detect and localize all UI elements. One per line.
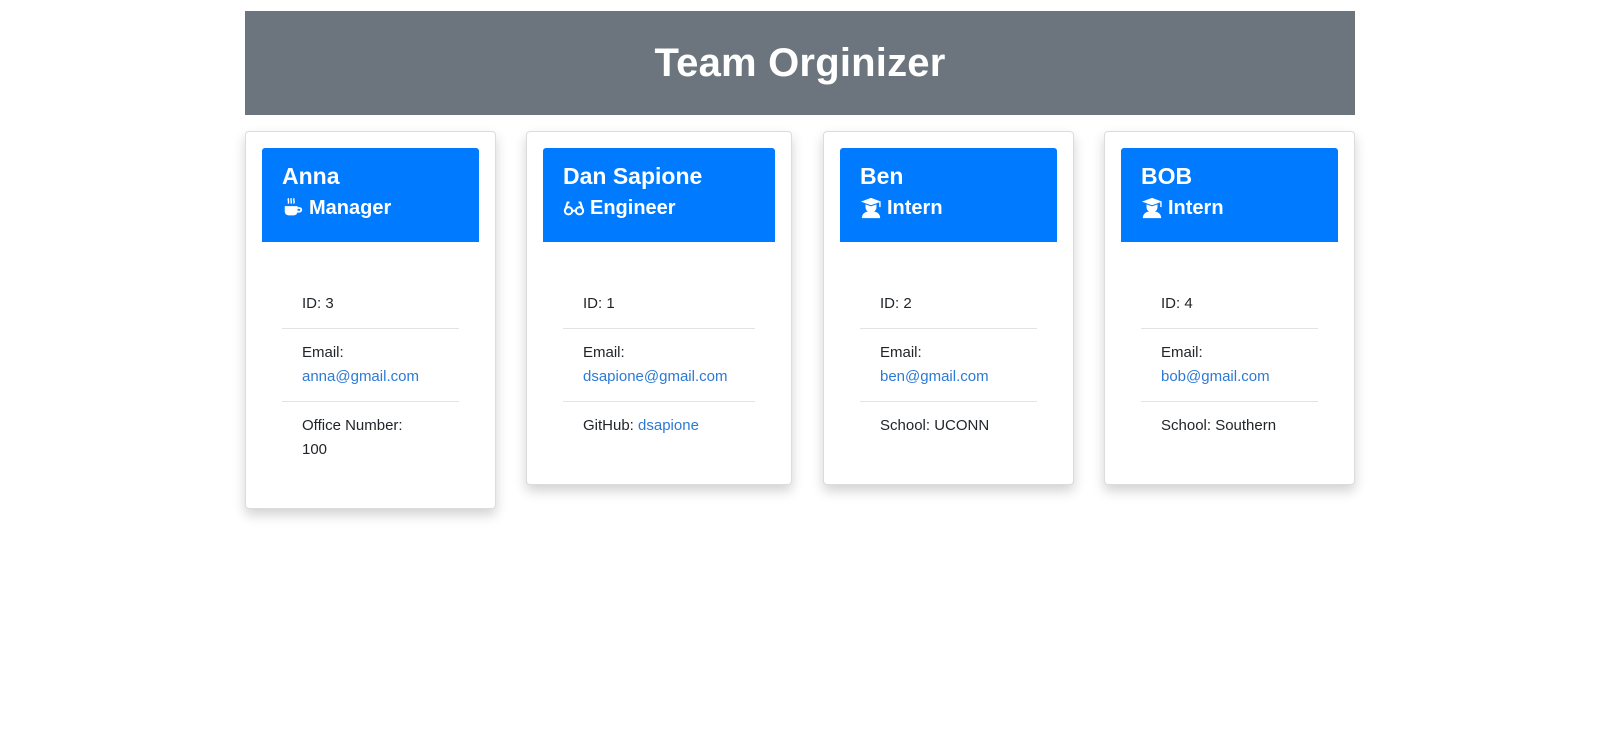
email-link[interactable]: bob@gmail.com — [1161, 368, 1270, 385]
github-label: GitHub: — [583, 417, 634, 434]
role-label: Intern — [1168, 197, 1224, 219]
office-label: Office Number: — [302, 417, 403, 434]
details-list: ID: 2 Email: ben@gmail.com School: UCONN — [860, 280, 1037, 450]
card-header: Dan Sapione Engineer — [543, 148, 775, 242]
email-label: Email: — [302, 344, 344, 361]
school-item: School: Southern — [1161, 417, 1277, 434]
employee-role: Engineer — [563, 196, 755, 220]
role-label: Engineer — [590, 197, 676, 219]
email-link[interactable]: ben@gmail.com — [880, 368, 989, 385]
role-label: Intern — [887, 197, 943, 219]
mug-icon — [282, 197, 304, 219]
employee-role: Intern — [860, 196, 1037, 220]
email-link[interactable]: dsapione@gmail.com — [583, 368, 727, 385]
employee-card-intern: BOB Intern ID: 4 Email: bob@gmail.com Sc… — [1104, 131, 1355, 485]
office-item: Office Number: 100 — [282, 402, 459, 474]
card-header: BOB Intern — [1121, 148, 1338, 242]
email-label: Email: — [1161, 344, 1203, 361]
page-title: Team Orginizer — [654, 40, 946, 85]
github-item: GitHub: dsapione — [563, 402, 755, 450]
role-label: Manager — [309, 197, 392, 219]
details-list: ID: 3 Email: anna@gmail.com Office Numbe… — [282, 280, 459, 474]
graduate-icon — [860, 197, 882, 219]
email-item: Email: bob@gmail.com — [1141, 329, 1318, 402]
employee-role: Manager — [282, 196, 459, 220]
school-item: School: UCONN — [880, 417, 990, 434]
card-header: Anna Manager — [262, 148, 479, 242]
email-item: Email: ben@gmail.com — [860, 329, 1037, 402]
card-header: Ben Intern — [840, 148, 1057, 242]
email-item: Email: dsapione@gmail.com — [563, 329, 755, 402]
email-link[interactable]: anna@gmail.com — [302, 368, 419, 385]
employee-card-engineer: Dan Sapione Engineer ID: 1 Email: dsapio… — [526, 131, 792, 485]
page-header: Team Orginizer — [245, 11, 1355, 115]
employee-name: Ben — [860, 163, 904, 189]
id-item: ID: 1 — [563, 280, 755, 329]
employee-name: BOB — [1141, 163, 1193, 189]
glasses-icon — [563, 197, 585, 219]
details-list: ID: 1 Email: dsapione@gmail.com GitHub: … — [563, 280, 755, 450]
github-link[interactable]: dsapione — [638, 417, 699, 434]
graduate-icon — [1141, 197, 1163, 219]
employee-name: Dan Sapione — [563, 163, 703, 189]
email-label: Email: — [583, 344, 625, 361]
id-item: ID: 2 — [860, 280, 1037, 329]
email-label: Email: — [880, 344, 922, 361]
employee-name: Anna — [282, 163, 340, 189]
employee-card-intern: Ben Intern ID: 2 Email: ben@gmail.com Sc… — [823, 131, 1074, 485]
email-item: Email: anna@gmail.com — [282, 329, 459, 402]
employee-card-manager: Anna Manager ID: 3 Email: anna@gmail.com… — [245, 131, 496, 509]
employee-role: Intern — [1141, 196, 1318, 220]
id-item: ID: 4 — [1141, 280, 1318, 329]
details-list: ID: 4 Email: bob@gmail.com School: South… — [1141, 280, 1318, 450]
office-number: 100 — [302, 441, 328, 458]
id-item: ID: 3 — [282, 280, 459, 329]
